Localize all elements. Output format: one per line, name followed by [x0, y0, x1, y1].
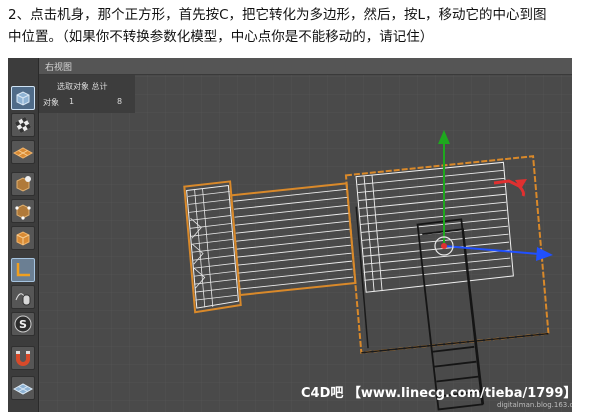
point-mode-icon[interactable]	[11, 199, 35, 223]
grid-floor-icon[interactable]	[11, 376, 35, 400]
info-selected-count: 1	[69, 97, 75, 106]
checker-texture-icon[interactable]	[11, 113, 35, 137]
view-cube-icon[interactable]	[11, 86, 35, 110]
viewport-title: 右视图	[45, 63, 73, 73]
info-total-count: 8	[117, 97, 123, 106]
cinema4d-window: S 右视图 选取对象 总计 对象 1 8 C4D吧 【www.linecg.co…	[8, 58, 572, 412]
selection-info-panel: 选取对象 总计 对象 1 8	[39, 75, 135, 113]
magnet-icon[interactable]	[11, 346, 35, 370]
blog-watermark: digitalman.blog.163.com	[497, 401, 572, 409]
viewport-header: 右视图	[39, 58, 572, 75]
object-mode-icon[interactable]	[11, 172, 35, 196]
left-toolbar: S	[8, 58, 39, 412]
polygon-mode-icon[interactable]	[11, 226, 35, 250]
right-viewport[interactable]: 右视图 选取对象 总计 对象 1 8 C4D吧 【www.linecg.com/…	[39, 58, 572, 412]
instruction-line-1: 2、点击机身，那个正方形，首先按C，把它转化为多边形，然后，按L，移动它的中心到…	[8, 7, 547, 23]
plane-grid-icon[interactable]	[11, 140, 35, 164]
info-header: 选取对象 总计	[57, 82, 108, 91]
instruction-text: 2、点击机身，那个正方形，首先按C，把它转化为多边形，然后，按L，移动它的中心到…	[8, 4, 586, 48]
svg-text:S: S	[19, 318, 27, 331]
instruction-line-2: 中位置。（如果你不转换参数化模型，中心点你是不能移动的，请记住）	[8, 29, 434, 45]
axis-mode-icon[interactable]	[11, 258, 35, 282]
snap-s-icon[interactable]: S	[11, 312, 35, 336]
mouse-move-icon[interactable]	[11, 285, 35, 309]
info-row-label: 对象	[43, 98, 59, 107]
forum-watermark: C4D吧 【www.linecg.com/tieba/1799】	[301, 386, 572, 401]
